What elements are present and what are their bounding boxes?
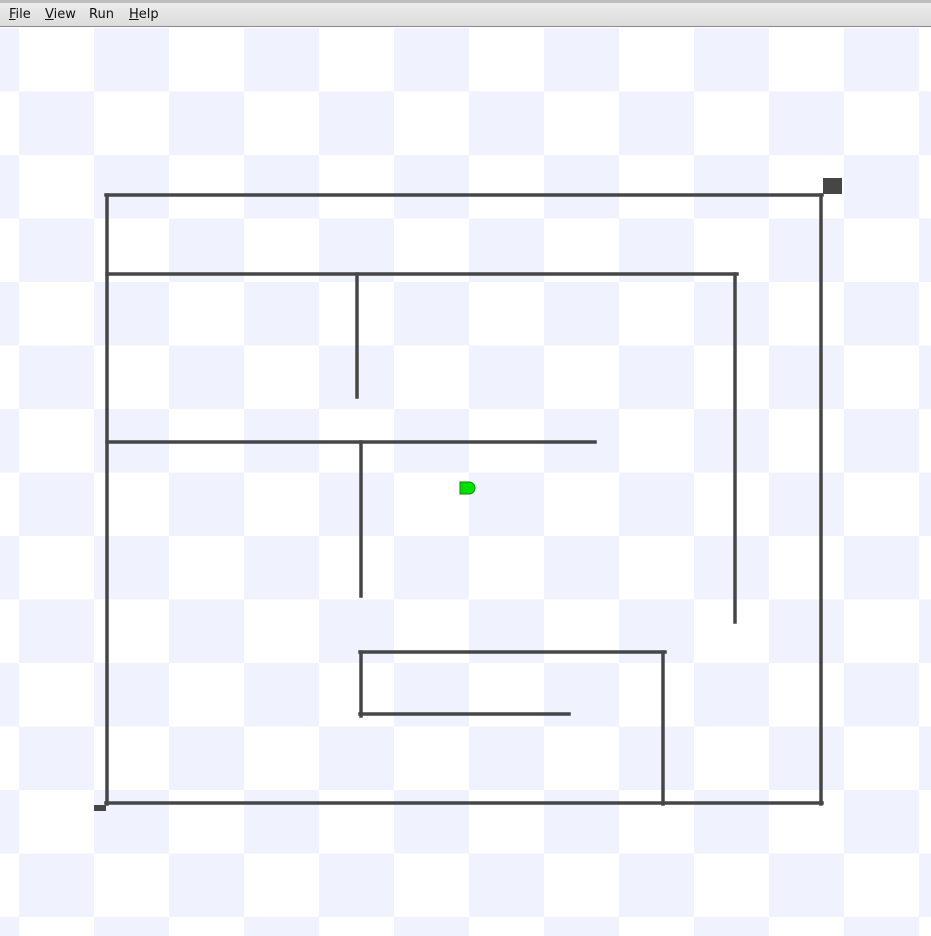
menu-view[interactable]: View [43, 3, 78, 26]
bottom-left-corner-block [94, 805, 106, 811]
menu-run[interactable]: Run [87, 3, 116, 26]
robot[interactable] [459, 481, 476, 495]
robot-icon[interactable] [459, 481, 476, 495]
menu-file-label: ile [15, 7, 31, 22]
simulation-canvas[interactable] [0, 28, 931, 936]
maze-scene[interactable] [0, 28, 931, 936]
menu-view-mnemonic: V [45, 7, 54, 22]
menu-help[interactable]: Help [127, 3, 161, 26]
top-right-corner-block [823, 178, 842, 194]
menu-view-label: iew [53, 7, 76, 22]
menu-bar: File View Run Help [0, 3, 931, 27]
menu-file[interactable]: File [7, 3, 33, 26]
menu-run-label: Run [89, 7, 114, 22]
menu-help-mnemonic: H [129, 7, 139, 22]
menu-help-label: elp [138, 7, 159, 22]
